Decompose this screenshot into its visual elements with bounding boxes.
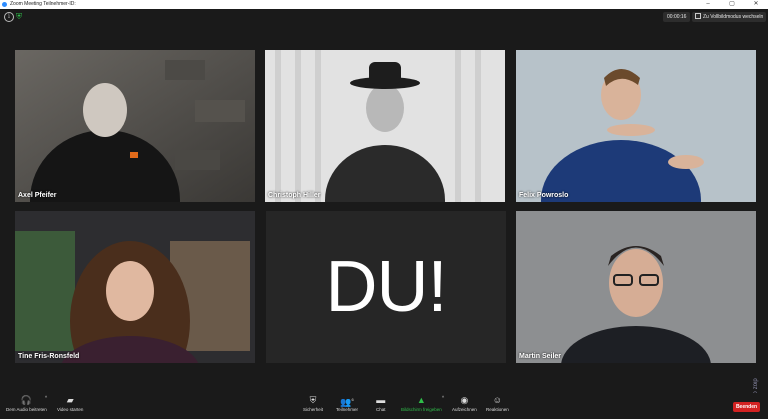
participant-video (516, 211, 756, 363)
chat-label: Chat (376, 407, 386, 412)
participants-icon: 👥6 (340, 397, 354, 407)
participant-name: Christoph Hiller (268, 192, 321, 199)
window-titlebar: Zoom Meeting Teilnehmer-ID: – ▢ ✕ (0, 0, 768, 9)
fullscreen-label: Zu Vollbildmodus wechseln (703, 14, 764, 20)
self-view-text: DU! (325, 247, 448, 327)
participant-tile[interactable]: Felix Powroslo (516, 50, 756, 202)
participant-tile[interactable]: Christoph Hiller (265, 50, 505, 202)
start-video-button[interactable]: ▰ Video starten (57, 395, 83, 412)
reactions-button[interactable]: ☺ Reaktionen (486, 395, 509, 412)
chat-button[interactable]: ▬ Chat (376, 395, 386, 412)
participants-button[interactable]: 👥6 Teilnehmer (336, 395, 358, 412)
security-button[interactable]: ⛨ Sicherheit (303, 395, 323, 412)
participant-tile[interactable]: Martin Seiler (516, 211, 756, 363)
participants-label: Teilnehmer (336, 407, 359, 412)
end-meeting-button[interactable]: Beenden (733, 402, 760, 412)
participant-tile[interactable]: Tine Fris-Ronsfeld (15, 211, 255, 363)
participant-name: Martin Seiler (519, 353, 562, 360)
participants-count: 6 (351, 397, 354, 402)
encryption-shield-icon[interactable]: ⛨ (16, 12, 24, 21)
minimize-button[interactable]: – (698, 0, 718, 9)
meeting-topbar: i ⛨ 00:00:16 Zu Vollbildmodus wechseln (0, 9, 768, 25)
participant-name: Axel Pfeifer (18, 192, 57, 199)
participant-video (265, 50, 505, 202)
meeting-toolbar: 🎧 Dem Audio beitreten ^ ▰ Video starten … (0, 393, 768, 419)
info-icon[interactable]: i (4, 12, 14, 22)
share-screen-label: Bildschirm freigeben (401, 407, 442, 412)
security-label: Sicherheit (303, 407, 324, 412)
participant-video (516, 50, 756, 202)
participant-tile[interactable]: Axel Pfeifer (15, 50, 255, 202)
video-off-icon: ▰ (66, 395, 74, 405)
record-label: Aufzeichnen (452, 407, 477, 412)
shield-icon: ⛨ (309, 395, 317, 405)
participant-video (15, 211, 255, 363)
chat-bubble-icon: ▬ (376, 395, 386, 405)
close-button[interactable]: ✕ (746, 0, 766, 9)
participant-name: Tine Fris-Ronsfeld (18, 353, 80, 360)
window-title: Zoom Meeting Teilnehmer-ID: (10, 1, 76, 7)
self-view-tile[interactable]: DU! (266, 211, 506, 363)
participant-name: Felix Powroslo (519, 192, 569, 199)
meeting-timer: 00:00:16 (663, 12, 691, 22)
headphones-icon: 🎧 (20, 395, 32, 405)
record-button[interactable]: ◉ Aufzeichnen (452, 395, 477, 412)
join-audio-label: Dem Audio beitreten (6, 407, 47, 412)
share-options-caret[interactable]: ^ (442, 395, 444, 400)
record-icon: ◉ (460, 395, 469, 405)
fullscreen-button[interactable]: Zu Vollbildmodus wechseln (692, 12, 767, 22)
zoom-app-icon (2, 2, 7, 7)
fullscreen-icon (695, 13, 701, 19)
emoji-add-icon: ☺ (492, 395, 502, 405)
maximize-button[interactable]: ▢ (722, 0, 742, 9)
participant-video (15, 50, 255, 202)
join-audio-button[interactable]: 🎧 Dem Audio beitreten (6, 395, 47, 412)
reactions-label: Reaktionen (486, 407, 509, 412)
share-screen-button[interactable]: ▲ Bildschirm freigeben (401, 395, 442, 412)
share-screen-icon: ▲ (416, 395, 426, 405)
audio-options-caret[interactable]: ^ (45, 395, 47, 400)
start-video-label: Video starten (57, 407, 84, 412)
